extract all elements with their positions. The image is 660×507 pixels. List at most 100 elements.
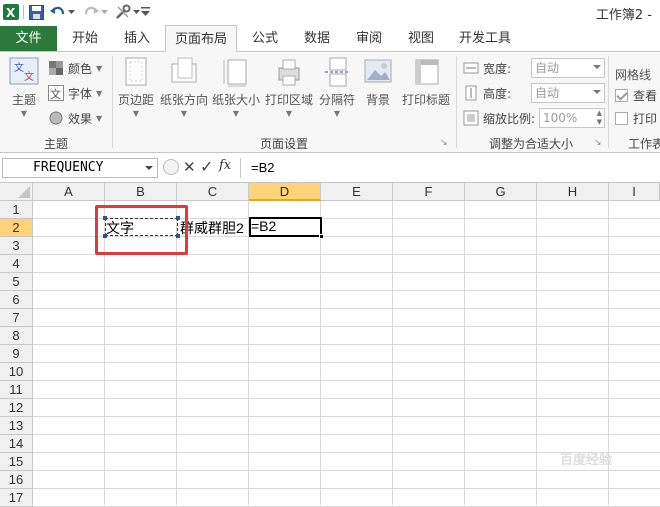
theme-colors-button[interactable]: 颜色 ▼ [48, 58, 102, 78]
column-header-i[interactable]: I [609, 183, 660, 201]
gridlines-view-checkbox[interactable]: 查看 [615, 85, 657, 105]
row-header-1[interactable]: 1 [0, 201, 33, 219]
cancel-icon[interactable]: ✕ [183, 158, 196, 176]
row-header-9[interactable]: 9 [0, 345, 33, 363]
row-header-10[interactable]: 10 [0, 363, 33, 381]
row-header-6[interactable]: 6 [0, 291, 33, 309]
grid-vline [320, 201, 321, 505]
colors-icon [48, 60, 64, 76]
grid-hline [33, 362, 660, 363]
gridlines-print-checkbox[interactable]: 打印 [615, 108, 657, 128]
tab-developer[interactable]: 开发工具 [450, 25, 520, 52]
row-header-7[interactable]: 7 [0, 309, 33, 327]
worksheet-grid[interactable]: ABCDEFGHI 1 2 3 4 5 6 7 8 9 10 11 12 13 14 15 16 17 文字 群… [0, 183, 660, 507]
view-checkbox-icon [615, 88, 628, 102]
background-icon [362, 56, 394, 88]
redo-dropdown-icon[interactable] [100, 3, 108, 21]
tab-formulas[interactable]: 公式 [240, 25, 290, 52]
customize-icon[interactable] [140, 3, 150, 21]
svg-text:文: 文 [24, 70, 34, 83]
effects-icon [48, 110, 64, 126]
row-header-4[interactable]: 4 [0, 255, 33, 273]
background-button[interactable]: 背景 [362, 56, 394, 108]
name-box[interactable]: FREQUENCY [2, 158, 158, 178]
column-header-f[interactable]: F [393, 183, 465, 201]
grid-vline [464, 201, 465, 505]
height-combo[interactable]: 自动 [531, 83, 605, 103]
row-header-16[interactable]: 16 [0, 471, 33, 489]
width-combo[interactable]: 自动 [531, 58, 605, 78]
print-area-icon [273, 56, 305, 88]
column-header-h[interactable]: H [537, 183, 609, 201]
select-all-corner[interactable] [0, 183, 33, 201]
print-titles-button[interactable]: 打印标题 [400, 56, 452, 108]
column-header-d[interactable]: D [249, 183, 321, 201]
row-header-14[interactable]: 14 [0, 435, 33, 453]
tab-view[interactable]: 视图 [396, 25, 446, 52]
grid-hline [33, 290, 660, 291]
grid-vline [248, 201, 249, 505]
margins-button[interactable]: 页边距 ▼ [116, 56, 156, 118]
window-title: 工作簿2 - [595, 8, 652, 23]
row-header-12[interactable]: 12 [0, 399, 33, 417]
page-setup-launcher-icon[interactable]: ↘ [440, 138, 448, 148]
fill-handle[interactable] [319, 234, 324, 239]
column-header-c[interactable]: C [177, 183, 249, 201]
tab-page-layout[interactable]: 页面布局 [165, 25, 237, 53]
excel-logo-icon: X [2, 3, 20, 21]
breaks-button[interactable]: 分隔符 ▼ [318, 56, 356, 118]
formula-input[interactable]: =B2 [240, 158, 660, 178]
theme-effects-button[interactable]: 效果 ▼ [48, 108, 102, 128]
tab-home[interactable]: 开始 [60, 25, 110, 52]
theme-fonts-button[interactable]: 文 字体 ▼ [48, 83, 102, 103]
row-header-8[interactable]: 8 [0, 327, 33, 345]
column-header-e[interactable]: E [321, 183, 393, 201]
grid-hline [33, 398, 660, 399]
save-icon[interactable] [27, 3, 45, 21]
orientation-button[interactable]: 纸张方向 ▼ [160, 56, 208, 118]
theme-group-label: 主题 [43, 137, 68, 151]
row-header-5[interactable]: 5 [0, 273, 33, 291]
insert-function-icon[interactable]: fx [219, 158, 231, 173]
row-header-11[interactable]: 11 [0, 381, 33, 399]
tab-file[interactable]: 文件 [0, 26, 57, 51]
formula-expand-icon[interactable] [163, 159, 179, 175]
page-size-icon [220, 56, 252, 88]
undo-dropdown-icon[interactable] [67, 3, 75, 21]
row-header-15[interactable]: 15 [0, 453, 33, 471]
column-header-a[interactable]: A [33, 183, 105, 201]
scale-spinner[interactable]: 100% ▲ ▼ [539, 108, 605, 128]
column-header-b[interactable]: B [105, 183, 177, 201]
row-header-3[interactable]: 3 [0, 237, 33, 255]
grid-hline [33, 488, 660, 489]
active-cell-border [249, 217, 322, 237]
svg-text:X: X [6, 6, 16, 20]
size-button[interactable]: 纸张大小 ▼ [212, 56, 260, 118]
scale-launcher-icon[interactable]: ↘ [594, 138, 602, 148]
height-label-row: 高度: [463, 83, 511, 103]
grid-hline [33, 344, 660, 345]
themes-button[interactable]: 文文 主题 ▼ [6, 56, 42, 118]
ribbon: 文文 主题 ▼ 颜色 ▼ 文 字体 ▼ 效果 ▼ 主题 页边距 ▼ 纸张方向 ▼ 纸张… [0, 52, 660, 153]
watermark: 百度经验 [560, 453, 613, 468]
tab-insert[interactable]: 插入 [112, 25, 162, 52]
highlight-box [95, 205, 188, 255]
grid-vline [392, 201, 393, 505]
grid-hline [33, 326, 660, 327]
tools-icon[interactable] [114, 3, 132, 21]
column-header-g[interactable]: G [465, 183, 537, 201]
grid-vline [536, 201, 537, 505]
fonts-icon: 文 [48, 85, 64, 101]
print-area-button[interactable]: 打印区域 ▼ [264, 56, 314, 118]
row-header-13[interactable]: 13 [0, 417, 33, 435]
row-header-17[interactable]: 17 [0, 489, 33, 507]
enter-icon[interactable]: ✓ [200, 157, 213, 176]
undo-icon[interactable] [49, 3, 67, 21]
row-header-2[interactable]: 2 [0, 219, 33, 237]
cell-c2[interactable]: 群威群胆2 [180, 218, 244, 238]
tools-dropdown-icon[interactable] [132, 3, 140, 21]
redo-icon[interactable] [82, 3, 100, 21]
print-titles-icon [410, 56, 442, 88]
tab-data[interactable]: 数据 [292, 25, 342, 52]
tab-review[interactable]: 审阅 [344, 25, 394, 52]
